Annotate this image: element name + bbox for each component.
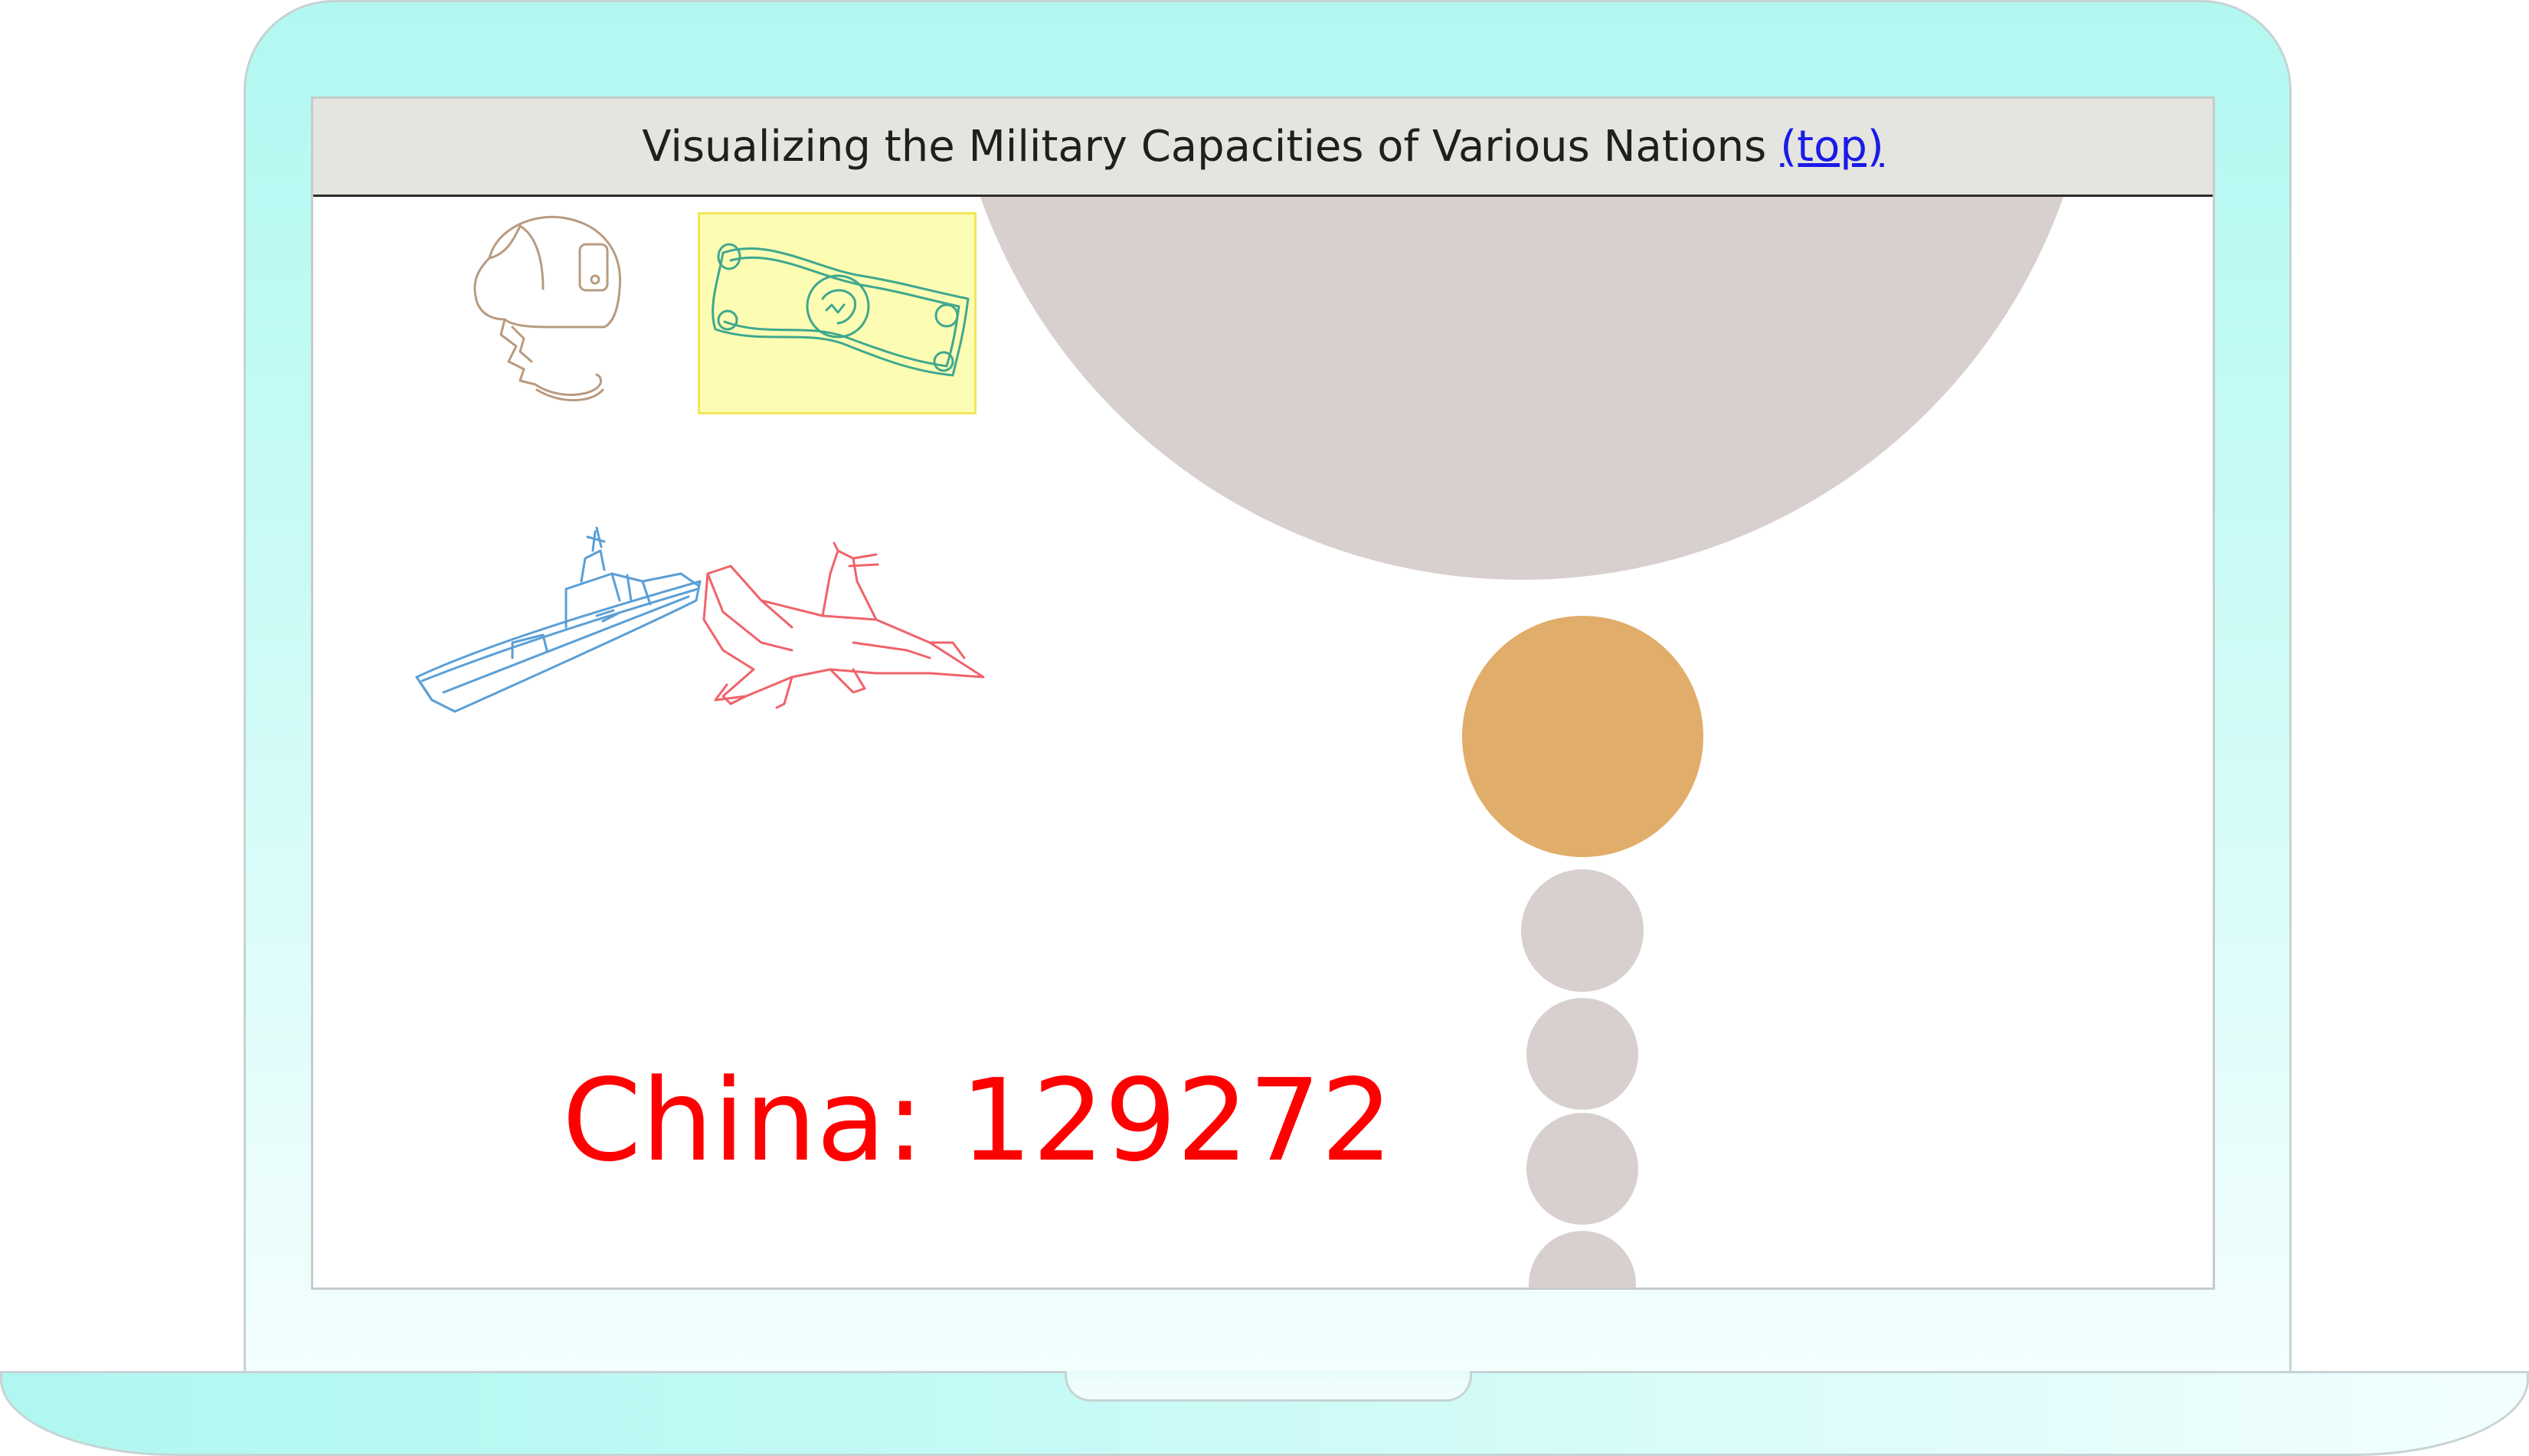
browser-screen: Visualizing the Military Capacities of V…	[311, 97, 2215, 1290]
laptop-notch	[1065, 1371, 1472, 1402]
page-title: Visualizing the Military Capacities of V…	[642, 122, 1767, 172]
page-header: Visualizing the Military Capacities of V…	[313, 99, 2213, 197]
money-icon	[712, 243, 970, 377]
helmet-button[interactable]	[466, 212, 627, 419]
warship-button[interactable]	[413, 526, 704, 719]
helmet-icon	[473, 215, 622, 401]
country-bubble-highlighted[interactable]	[1462, 616, 1703, 857]
fighter-jet-button[interactable]	[700, 542, 991, 715]
fighter-jet-icon	[702, 542, 985, 709]
top-link[interactable]: (top)	[1780, 122, 1883, 172]
country-bubble[interactable]	[1526, 998, 1638, 1110]
country-bubble[interactable]	[1521, 869, 1644, 992]
money-button[interactable]	[698, 212, 977, 414]
country-count-readout: China: 129272	[562, 1055, 1393, 1186]
country-bubble[interactable]	[1529, 1231, 1636, 1287]
warship-icon	[415, 526, 702, 713]
laptop-mockup: Visualizing the Military Capacities of V…	[0, 0, 2529, 1456]
country-bubble[interactable]	[1526, 1113, 1638, 1225]
